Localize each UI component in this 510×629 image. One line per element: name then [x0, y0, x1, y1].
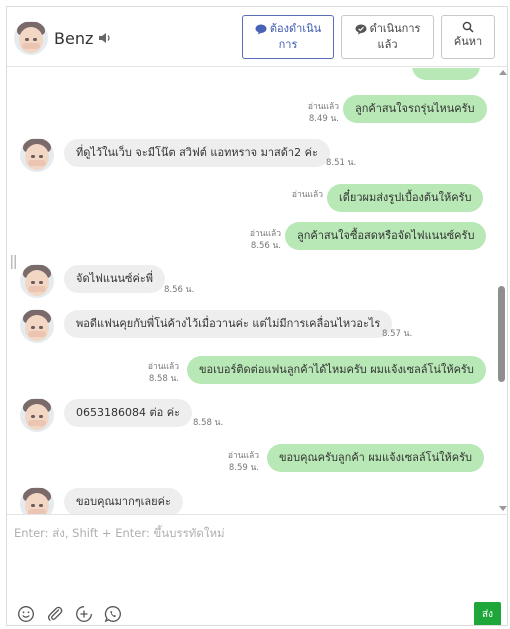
resize-grip-icon[interactable] [11, 255, 17, 269]
add-circle-icon[interactable] [75, 605, 93, 623]
message-scrollbar[interactable] [497, 68, 507, 514]
message-status: อ่านแล้ว [307, 102, 339, 112]
message-bubble-incoming: พอดีแฟนคุยกับพี่โน่ค้างไว้เมื่อวานค่ะ แต… [64, 310, 393, 338]
contact-name: Benz [54, 29, 94, 48]
chat-bubble-icon [255, 24, 267, 34]
whatsapp-icon[interactable] [104, 605, 122, 623]
message-bubble-outgoing: ลูกค้าสนใจซื้อสดหรือจัดไฟแนนซ์ครับ [285, 222, 487, 250]
tab-done-label-1: ดำเนินการ [369, 22, 421, 35]
message-bubble-incoming: ที่ดูไว้ในเว็บ จะมีโน๊ต สวิฟต์ แอทหราจ ม… [64, 139, 330, 167]
message-list[interactable]: อ่านแล้ว 8.49 น. ลูกค้าสนใจรถรุ่นไหนครับ… [7, 68, 497, 514]
sender-avatar [20, 487, 54, 514]
message-bubble-incoming: 0653186084 ต่อ ค่ะ [64, 399, 192, 427]
chat-window: Benz ต้องดำเนิน การ ดำเนินการ แล้ว ค้นหา [6, 6, 508, 626]
message-status: อ่านแล้ว [147, 362, 179, 372]
message-bubble-incoming: ขอบคุณมากๆเลยค่ะ [64, 488, 183, 514]
tab-done-label-2: แล้ว [377, 38, 398, 51]
message-bubble-outgoing: ขอบคุณครับลูกค้า ผมแจ้งเซลล์โน่ให้ครับ [267, 444, 484, 472]
tab-pending-label-1: ต้องดำเนิน [269, 22, 322, 35]
contact-avatar[interactable] [14, 21, 48, 55]
message-time: 8.58 น. [148, 374, 179, 384]
sender-avatar [20, 398, 54, 432]
chat-check-icon [355, 24, 367, 34]
message-status: อ่านแล้ว [249, 229, 281, 239]
message-time: 8.58 น. [193, 418, 224, 428]
message-time: 8.56 น. [164, 285, 195, 295]
message-bubble-outgoing: ลูกค้าสนใจรถรุ่นไหนครับ [343, 95, 487, 123]
send-button[interactable]: ส่ง [474, 602, 501, 625]
message-status: อ่านแล้ว [227, 451, 259, 461]
scroll-thumb[interactable] [498, 286, 505, 382]
tab-done[interactable]: ดำเนินการ แล้ว [341, 15, 434, 59]
tab-pending-label-2: การ [278, 38, 298, 51]
message-time: 8.51 น. [326, 158, 357, 168]
message-time: 8.59 น. [228, 463, 259, 473]
emoji-icon[interactable] [17, 605, 35, 623]
sender-avatar [20, 309, 54, 343]
sender-avatar [20, 264, 54, 298]
message-time: 8.56 น. [250, 241, 281, 251]
scroll-down-arrow-icon[interactable] [499, 506, 507, 511]
speaker-icon[interactable] [98, 32, 112, 44]
message-time: 8.49 น. [308, 114, 339, 124]
message-status: อ่านแล้ว [291, 190, 323, 200]
tab-pending[interactable]: ต้องดำเนิน การ [242, 15, 334, 59]
composer: ส่ง [7, 514, 507, 625]
chat-header: Benz ต้องดำเนิน การ ดำเนินการ แล้ว ค้นหา [7, 7, 507, 67]
search-icon [462, 21, 474, 33]
message-time: 8.57 น. [382, 329, 413, 339]
search-button[interactable]: ค้นหา [441, 15, 495, 59]
message-bubble-outgoing: เดี๋ยวผมส่งรูปเบื้องต้นให้ครับ [327, 184, 484, 212]
sender-avatar [20, 138, 54, 172]
scroll-up-arrow-icon[interactable] [499, 70, 507, 75]
attachment-icon[interactable] [46, 605, 64, 623]
message-bubble-outgoing: ขอเบอร์ติดต่อแฟนลูกค้าได้ไหมครับ ผมแจ้งเ… [187, 356, 486, 384]
message-bubble-partial [412, 68, 480, 80]
message-bubble-incoming: จัดไฟแนนซ์ค่ะพี่ [64, 265, 166, 293]
message-input[interactable] [14, 525, 494, 585]
search-label: ค้นหา [453, 35, 483, 48]
